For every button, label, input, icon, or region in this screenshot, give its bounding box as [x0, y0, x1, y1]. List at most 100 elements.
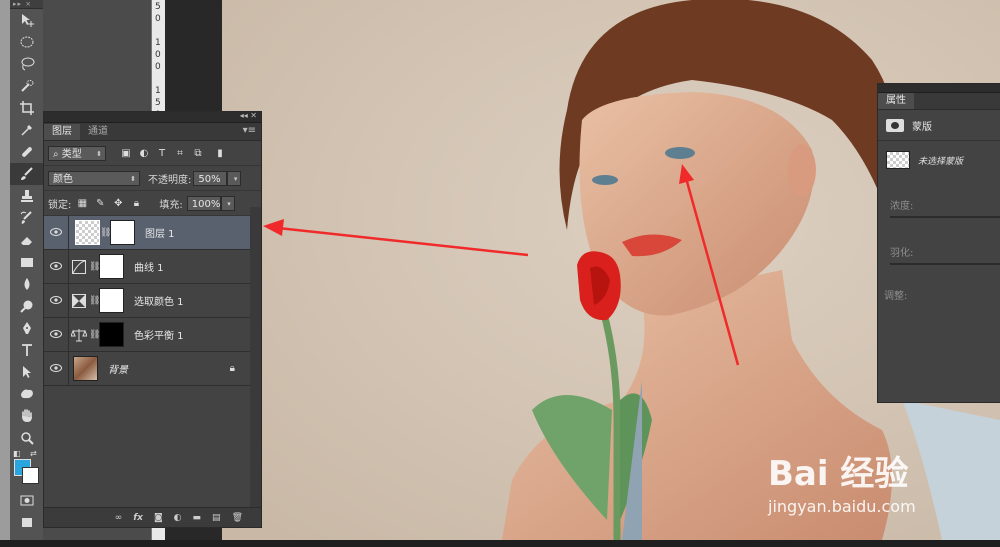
- color-swatches[interactable]: ◧ ⇄: [10, 449, 43, 489]
- visibility-eye-icon[interactable]: [44, 294, 68, 307]
- filter-toggle-icon[interactable]: ▮: [214, 147, 226, 159]
- visibility-eye-icon[interactable]: [44, 260, 68, 273]
- layer-name[interactable]: 背景: [108, 361, 128, 376]
- select-arrow-icon: ⬍: [130, 174, 136, 183]
- layer-row[interactable]: ⛓ 选取颜色 1: [44, 284, 261, 318]
- chevron-down-icon: ▾: [233, 174, 238, 183]
- hand-icon[interactable]: [10, 405, 43, 427]
- layer-mask-thumbnail[interactable]: [110, 220, 135, 245]
- search-icon: ⌕: [53, 148, 62, 160]
- properties-tabs: 属性: [878, 93, 1000, 110]
- layer-row[interactable]: 背景 🔒︎: [44, 352, 261, 386]
- gradient-icon[interactable]: [10, 251, 43, 273]
- type-icon[interactable]: [10, 339, 43, 361]
- shape-icon[interactable]: [10, 383, 43, 405]
- new-layer-icon[interactable]: ▤: [212, 513, 221, 523]
- screen-mode-icon[interactable]: [10, 511, 43, 533]
- properties-titlebar[interactable]: [878, 84, 1000, 93]
- brush-icon[interactable]: [10, 163, 43, 185]
- trash-icon[interactable]: 🗑︎: [232, 513, 243, 523]
- curves-icon[interactable]: [69, 259, 89, 274]
- filter-smart-object-icon[interactable]: ⧉: [192, 147, 204, 159]
- link-mask-icon[interactable]: ⛓: [89, 330, 100, 340]
- layer-row[interactable]: ⛓ 色彩平衡 1: [44, 318, 261, 352]
- dodge-icon[interactable]: [10, 295, 43, 317]
- background-thumbnail[interactable]: [73, 356, 98, 381]
- no-mask-selected-text: 未选择蒙版: [918, 156, 964, 167]
- filter-type-select[interactable]: ⌕ 类型 ⬍: [48, 145, 106, 161]
- layer-row[interactable]: ⛓ 图层 1: [44, 216, 261, 250]
- lock-pixels-icon[interactable]: ✎: [95, 198, 105, 209]
- layer-name[interactable]: 曲线 1: [134, 259, 164, 274]
- fx-icon[interactable]: fx: [133, 513, 143, 523]
- layers-panel-titlebar[interactable]: ◂◂ ✕: [44, 111, 261, 123]
- quick-selection-icon[interactable]: [10, 75, 43, 97]
- density-label: 浓度:: [890, 201, 914, 212]
- collapse-close-icon[interactable]: ◂◂ ✕: [240, 111, 257, 120]
- zoom-icon[interactable]: [10, 427, 43, 449]
- opacity-input[interactable]: 50%: [193, 170, 228, 186]
- eyedropper-icon[interactable]: [10, 119, 43, 141]
- move-tool-icon[interactable]: [10, 9, 43, 31]
- layer-name[interactable]: 图层 1: [145, 225, 175, 240]
- elliptical-marquee-icon[interactable]: [10, 31, 43, 53]
- filter-shape-icon[interactable]: ⌗: [174, 147, 186, 159]
- default-colors-icon[interactable]: ◧: [13, 449, 21, 458]
- layer-name[interactable]: 色彩平衡 1: [134, 327, 184, 342]
- crop-icon[interactable]: [10, 97, 43, 119]
- mask-icon: [886, 118, 904, 132]
- history-brush-icon[interactable]: [10, 207, 43, 229]
- status-bar: [0, 540, 1000, 547]
- pen-icon[interactable]: [10, 317, 43, 339]
- link-mask-icon[interactable]: ⛓: [89, 296, 100, 306]
- layer-mask-thumbnail[interactable]: [99, 322, 124, 347]
- selective-color-icon[interactable]: [69, 293, 89, 308]
- link-mask-icon[interactable]: ⛓: [89, 262, 100, 272]
- visibility-eye-icon[interactable]: [44, 328, 68, 341]
- filter-pixel-icon[interactable]: ▣: [120, 147, 132, 159]
- color-balance-icon[interactable]: [69, 328, 89, 342]
- quick-mask-icon[interactable]: [10, 489, 43, 511]
- watermark-brand: Bai 经验: [768, 454, 909, 494]
- tab-properties[interactable]: 属性: [878, 93, 914, 109]
- link-icon[interactable]: ∞: [115, 513, 123, 523]
- path-selection-icon[interactable]: [10, 361, 43, 383]
- lock-transparent-icon[interactable]: ▦: [77, 198, 87, 209]
- layers-scrollbar[interactable]: [250, 207, 261, 507]
- layer-name[interactable]: 选取颜色 1: [134, 293, 184, 308]
- opacity-dropdown[interactable]: ▾: [227, 170, 242, 186]
- fill-label: 填充:: [159, 199, 183, 211]
- blend-mode-select[interactable]: 颜色 ⬍: [48, 170, 140, 186]
- visibility-eye-icon[interactable]: [44, 226, 68, 239]
- panel-menu-icon[interactable]: ▾≡: [243, 125, 256, 136]
- visibility-eye-icon[interactable]: [44, 362, 68, 375]
- filter-type-icon[interactable]: T: [156, 147, 168, 159]
- clone-stamp-icon[interactable]: [10, 185, 43, 207]
- blend-opacity-row: 颜色 ⬍ 不透明度: 50% ▾: [44, 166, 261, 191]
- lock-position-icon[interactable]: ✥: [113, 198, 123, 209]
- swap-colors-icon[interactable]: ⇄: [30, 449, 37, 458]
- healing-brush-icon[interactable]: [10, 141, 43, 163]
- fill-input[interactable]: 100%: [186, 195, 221, 211]
- ruler-digit: 0: [155, 62, 161, 72]
- tools-panel-grip[interactable]: ▸▸ ×: [10, 0, 43, 9]
- filter-adjustment-icon[interactable]: ◐: [138, 147, 150, 159]
- eraser-icon[interactable]: [10, 229, 43, 251]
- lasso-icon[interactable]: [10, 53, 43, 75]
- layer-mask-thumbnail[interactable]: [99, 288, 124, 313]
- layer-mask-thumbnail[interactable]: [99, 254, 124, 279]
- new-group-icon[interactable]: ▬: [193, 513, 202, 523]
- tab-channels[interactable]: 通道: [80, 124, 116, 140]
- link-mask-icon[interactable]: ⛓: [100, 228, 111, 238]
- mask-header: 蒙版: [878, 110, 1000, 141]
- adjustment-layer-icon[interactable]: ◐: [174, 513, 182, 523]
- lock-all-icon[interactable]: 🔒︎: [131, 198, 141, 209]
- tab-layers[interactable]: 图层: [44, 124, 80, 140]
- background-color-swatch[interactable]: [22, 467, 39, 484]
- fill-dropdown[interactable]: ▾: [220, 195, 235, 211]
- ruler-digit: 0: [155, 50, 161, 60]
- blur-icon[interactable]: [10, 273, 43, 295]
- add-mask-icon[interactable]: ◙: [154, 513, 163, 523]
- layer-row[interactable]: ⛓ 曲线 1: [44, 250, 261, 284]
- layer-thumbnail[interactable]: [75, 220, 100, 245]
